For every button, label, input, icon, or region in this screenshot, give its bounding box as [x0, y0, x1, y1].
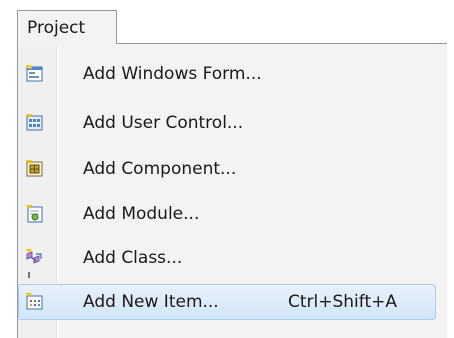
- menu-item-add-user-control[interactable]: Add User Control...: [18, 105, 438, 141]
- menu-project[interactable]: Project: [17, 10, 117, 46]
- class-icon: [26, 249, 42, 264]
- screenshot-root: Project Add Windows Form... Add User Con…: [0, 0, 454, 338]
- menu-item-label: Add User Control...: [83, 113, 244, 133]
- menu-item-label: Add Module...: [83, 204, 200, 224]
- menu-item-label: Add Class...: [83, 248, 183, 268]
- menu-item-label: Add Windows Form...: [83, 64, 262, 84]
- menu-item-add-component[interactable]: Add Component...: [18, 151, 438, 187]
- menu-item-label: Add Component...: [83, 159, 237, 179]
- module-icon: [26, 205, 43, 223]
- menu-item-label: Add New Item...: [83, 292, 219, 312]
- menu-item-add-windows-form[interactable]: Add Windows Form...: [18, 56, 438, 92]
- new-item-icon: [26, 293, 43, 310]
- windows-form-icon: [26, 65, 43, 82]
- menu-item-add-new-item[interactable]: Add New Item... Ctrl+Shift+A: [18, 284, 436, 320]
- menu-item-add-class[interactable]: Add Class...: [18, 240, 438, 276]
- menu-item-add-module[interactable]: Add Module...: [18, 196, 438, 232]
- component-icon: [26, 160, 43, 177]
- project-dropdown-menu: Add Windows Form... Add User Control...: [17, 43, 447, 338]
- menu-project-label: Project: [27, 18, 86, 38]
- menu-item-shortcut: Ctrl+Shift+A: [288, 292, 398, 312]
- user-control-icon: [26, 114, 43, 131]
